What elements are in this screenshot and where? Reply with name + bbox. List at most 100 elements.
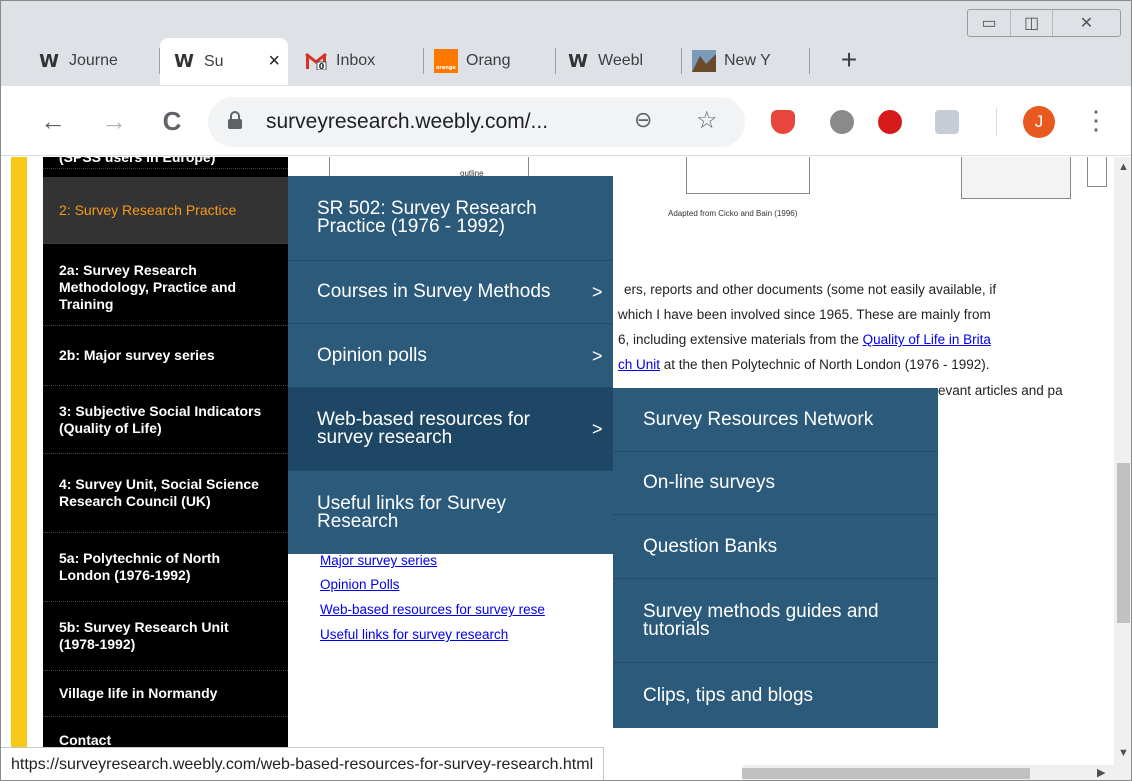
paragraph-line: which I have been involved since 1965. T… [618, 307, 991, 322]
menu-item-label: On-line surveys [643, 472, 775, 493]
brave-shield-extension-icon[interactable] [771, 110, 795, 134]
tab-label: Orang [466, 52, 511, 69]
sidebar-item-label: 2: Survey Research Practice [59, 201, 237, 218]
close-window-button[interactable]: ✕ [1052, 10, 1120, 36]
quality-of-life-link[interactable]: Quality of Life in Brita [863, 332, 991, 347]
maximize-button[interactable]: ◫ [1010, 10, 1052, 36]
profile-avatar[interactable]: J [1023, 106, 1055, 138]
sidebar-item-label: (SPSS users in Europe) [59, 157, 216, 165]
menu-item-label: Survey Resources Network [643, 408, 874, 430]
vertical-scrollbar[interactable]: ▲ ▼ [1114, 157, 1131, 765]
research-unit-link[interactable]: ch Unit [618, 357, 660, 372]
weebly-icon: W [39, 50, 59, 72]
tab-survey-research[interactable]: W Su × [160, 38, 288, 85]
tab-label: Journe [69, 52, 118, 69]
menu-item-courses[interactable]: Courses in Survey Methods > [288, 261, 613, 324]
sidebar-item-methodology[interactable]: 2a: Survey Research Methodology, Practic… [43, 249, 288, 326]
browser-menu-icon[interactable]: ⋮ [1083, 104, 1109, 136]
bookmark-star-icon[interactable]: ☆ [696, 106, 718, 135]
browser-window: W Journe W Su × 0 Inbox orange Orang W W… [0, 0, 1132, 781]
menu-item-sr502[interactable]: SR 502: Survey Research Practice (1976 -… [288, 176, 613, 261]
accent-strip [11, 157, 27, 780]
sidebar-nav: (SPSS users in Europe) 2: Survey Researc… [43, 157, 288, 780]
adblock-extension-icon[interactable] [878, 110, 902, 134]
toolbar-divider [996, 108, 997, 136]
sidebar-item-subjective-social-indicators[interactable]: 3: Subjective Social Indicators (Quality… [43, 386, 288, 454]
scroll-up-arrow-icon[interactable]: ▲ [1118, 161, 1129, 173]
tab-label: Su [204, 52, 224, 70]
tab-weebly[interactable]: W Weebl [556, 39, 678, 83]
sidebar-item-label: 2a: Survey Research Methodology, Practic… [59, 261, 237, 312]
web-resources-link[interactable]: Web-based resources for survey rese [320, 602, 545, 617]
menu-item-label: Web-based resources for survey research [317, 409, 530, 448]
sidebar-item-label: Contact [59, 731, 112, 748]
tab-inbox[interactable]: 0 Inbox [294, 39, 422, 83]
address-bar[interactable]: surveyresearch.weebly.com/... ⊖ ☆ [208, 97, 745, 147]
sidebar-item-village-life[interactable]: Village life in Normandy [43, 671, 288, 717]
menu-item-label: Courses in Survey Methods [317, 281, 551, 302]
minimize-button[interactable]: ▭ [968, 10, 1010, 36]
forward-button[interactable]: → [98, 106, 130, 138]
tab-label: New Y [724, 52, 771, 69]
status-bar-url: https://surveyresearch.weebly.com/web-ba… [1, 747, 605, 780]
menu-item-label: Useful links for Survey Research [317, 492, 507, 532]
submenu-item-survey-methods-guides[interactable]: Survey methods guides and tutorials [613, 579, 938, 663]
sidebar-item-survey-research-unit[interactable]: 5b: Survey Research Unit (1978-1992) [43, 602, 288, 671]
zoom-icon[interactable]: ⊖ [634, 107, 652, 133]
submenu-item-question-banks[interactable]: Question Banks [613, 515, 938, 579]
chevron-right-icon: > [592, 282, 603, 302]
paragraph-line: ers, reports and other documents (some n… [624, 282, 997, 297]
tab-journey[interactable]: W Journe [25, 39, 155, 83]
back-button[interactable]: ← [37, 106, 69, 138]
sidebar-item-survey-research-practice[interactable]: 2: Survey Research Practice [43, 177, 288, 244]
dropdown-menu: SR 502: Survey Research Practice (1976 -… [288, 176, 613, 554]
chevron-right-icon: > [592, 419, 603, 439]
menu-item-useful-links[interactable]: Useful links for Survey Research [288, 471, 613, 554]
svg-text:0: 0 [319, 62, 325, 70]
tab-orange[interactable]: orange Orang [424, 39, 552, 83]
useful-links-link[interactable]: Useful links for survey research [320, 627, 508, 642]
tab-label: Inbox [336, 52, 376, 69]
submenu-item-survey-resources-network[interactable]: Survey Resources Network [613, 388, 938, 452]
menu-item-web-resources[interactable]: Web-based resources for survey research > [288, 388, 613, 471]
submenu-item-clips-tips[interactable]: Clips, tips and blogs [613, 663, 938, 728]
vertical-scroll-thumb[interactable] [1117, 463, 1130, 623]
sidebar-item-polytechnic[interactable]: 5a: Polytechnic of North London (1976-19… [43, 533, 288, 602]
sidebar-item-label: 2b: Major survey series [59, 347, 215, 363]
paragraph-text: at the then Polytechnic of North London … [660, 357, 990, 372]
tab-strip: W Journe W Su × 0 Inbox orange Orang W W… [1, 1, 1131, 86]
sidebar-item-label: 4: Survey Unit, Social Science Research … [59, 476, 259, 509]
generic-extension-icon[interactable] [935, 110, 959, 134]
tab-label: Weebl [598, 52, 644, 69]
submenu: Survey Resources Network On-line surveys… [613, 388, 938, 728]
sidebar-item-major-survey-series[interactable]: 2b: Major survey series [43, 326, 288, 386]
opinion-polls-link[interactable]: Opinion Polls [320, 577, 400, 592]
tab-separator [809, 48, 810, 74]
paragraph-text: 6, including extensive materials from th… [618, 332, 863, 347]
submenu-item-online-surveys[interactable]: On-line surveys [613, 452, 938, 515]
paragraph-line: evant articles and pa [938, 383, 1063, 398]
major-survey-series-link[interactable]: Major survey series [320, 553, 437, 568]
sidebar-item-spss[interactable]: (SPSS users in Europe) [43, 157, 288, 169]
window-controls: ▭ ◫ ✕ [967, 9, 1121, 37]
sidebar-item-survey-unit[interactable]: 4: Survey Unit, Social Science Research … [43, 454, 288, 533]
scroll-right-arrow-icon[interactable]: ▶ [1097, 766, 1105, 779]
tab-new-york[interactable]: New Y [682, 39, 808, 83]
sidebar-item-label: 5a: Polytechnic of North London (1976-19… [59, 550, 221, 583]
check-extension-icon[interactable] [830, 110, 854, 134]
menu-item-opinion-polls[interactable]: Opinion polls > [288, 324, 613, 388]
sidebar-item-label: 5b: Survey Research Unit (1978-1992) [59, 619, 229, 652]
weebly-icon: W [174, 51, 194, 72]
horizontal-scrollbar[interactable]: ▶ [742, 765, 1114, 780]
reload-button[interactable]: C [156, 106, 188, 138]
new-york-icon [692, 49, 716, 73]
diagram-box [961, 157, 1071, 199]
close-tab-icon[interactable]: × [268, 50, 288, 73]
scroll-down-arrow-icon[interactable]: ▼ [1118, 747, 1129, 759]
horizontal-scroll-thumb[interactable] [742, 768, 1030, 779]
url-text[interactable]: surveyresearch.weebly.com/... [266, 110, 548, 134]
new-tab-button[interactable]: + [834, 45, 864, 75]
diagram-box [1087, 157, 1107, 187]
diagram-box [686, 157, 810, 194]
paragraph-line: ch Unit at the then Polytechnic of North… [618, 357, 990, 372]
